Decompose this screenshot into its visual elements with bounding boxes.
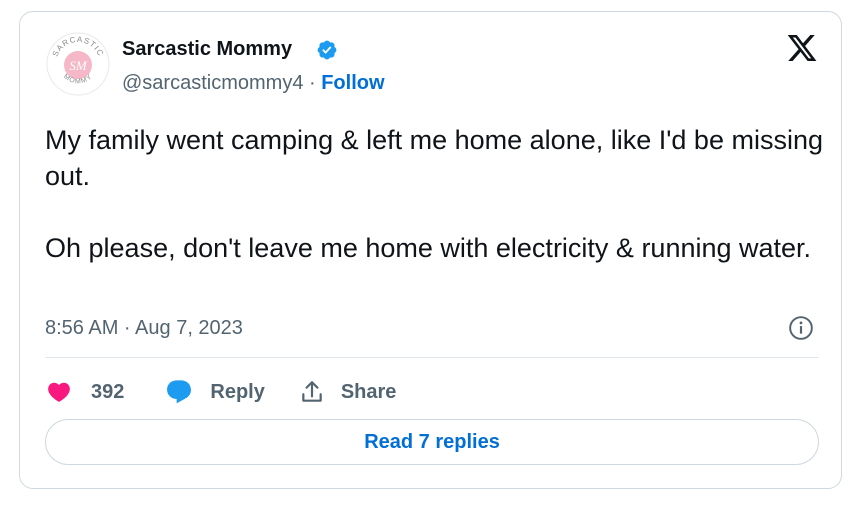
reply-label: Reply — [210, 380, 265, 403]
share-icon — [302, 381, 322, 402]
handle-row: @sarcasticmommy4 · Follow — [122, 72, 385, 95]
tweet-timestamp[interactable]: 8:56 AM · Aug 7, 2023 — [45, 317, 243, 340]
tweet-paragraph: Oh please, don't leave me home with elec… — [45, 233, 812, 263]
follow-link[interactable]: Follow — [321, 72, 384, 94]
tweet-text: My family went camping & left me home al… — [45, 122, 825, 302]
divider — [45, 357, 819, 358]
avatar[interactable]: SARCASTIC MOMMY SM — [46, 32, 110, 96]
heart-icon — [48, 382, 70, 402]
tweet-card: SARCASTIC MOMMY SM Sarcastic Mommy @sarc… — [19, 11, 842, 489]
avatar-logo-image: SARCASTIC MOMMY SM — [46, 32, 110, 96]
tweet-paragraph: My family went camping & left me home al… — [45, 125, 823, 191]
like-count: 392 — [91, 380, 125, 403]
share-button[interactable]: Share — [299, 379, 397, 405]
author-name[interactable]: Sarcastic Mommy — [122, 38, 292, 61]
author-handle[interactable]: @sarcasticmommy4 — [122, 72, 303, 94]
verified-badge-icon — [317, 40, 337, 60]
reply-bubble-icon — [167, 380, 192, 404]
x-logo-icon[interactable] — [785, 32, 819, 64]
read-replies-button[interactable]: Read 7 replies — [45, 419, 819, 465]
like-button[interactable]: 392 — [45, 379, 124, 405]
share-label: Share — [340, 380, 397, 403]
info-icon[interactable] — [788, 315, 814, 341]
reply-button[interactable]: Reply — [164, 378, 265, 406]
separator-dot: · — [303, 72, 322, 94]
svg-text:SM: SM — [69, 58, 88, 73]
action-bar: 392 Reply Share — [45, 372, 396, 412]
